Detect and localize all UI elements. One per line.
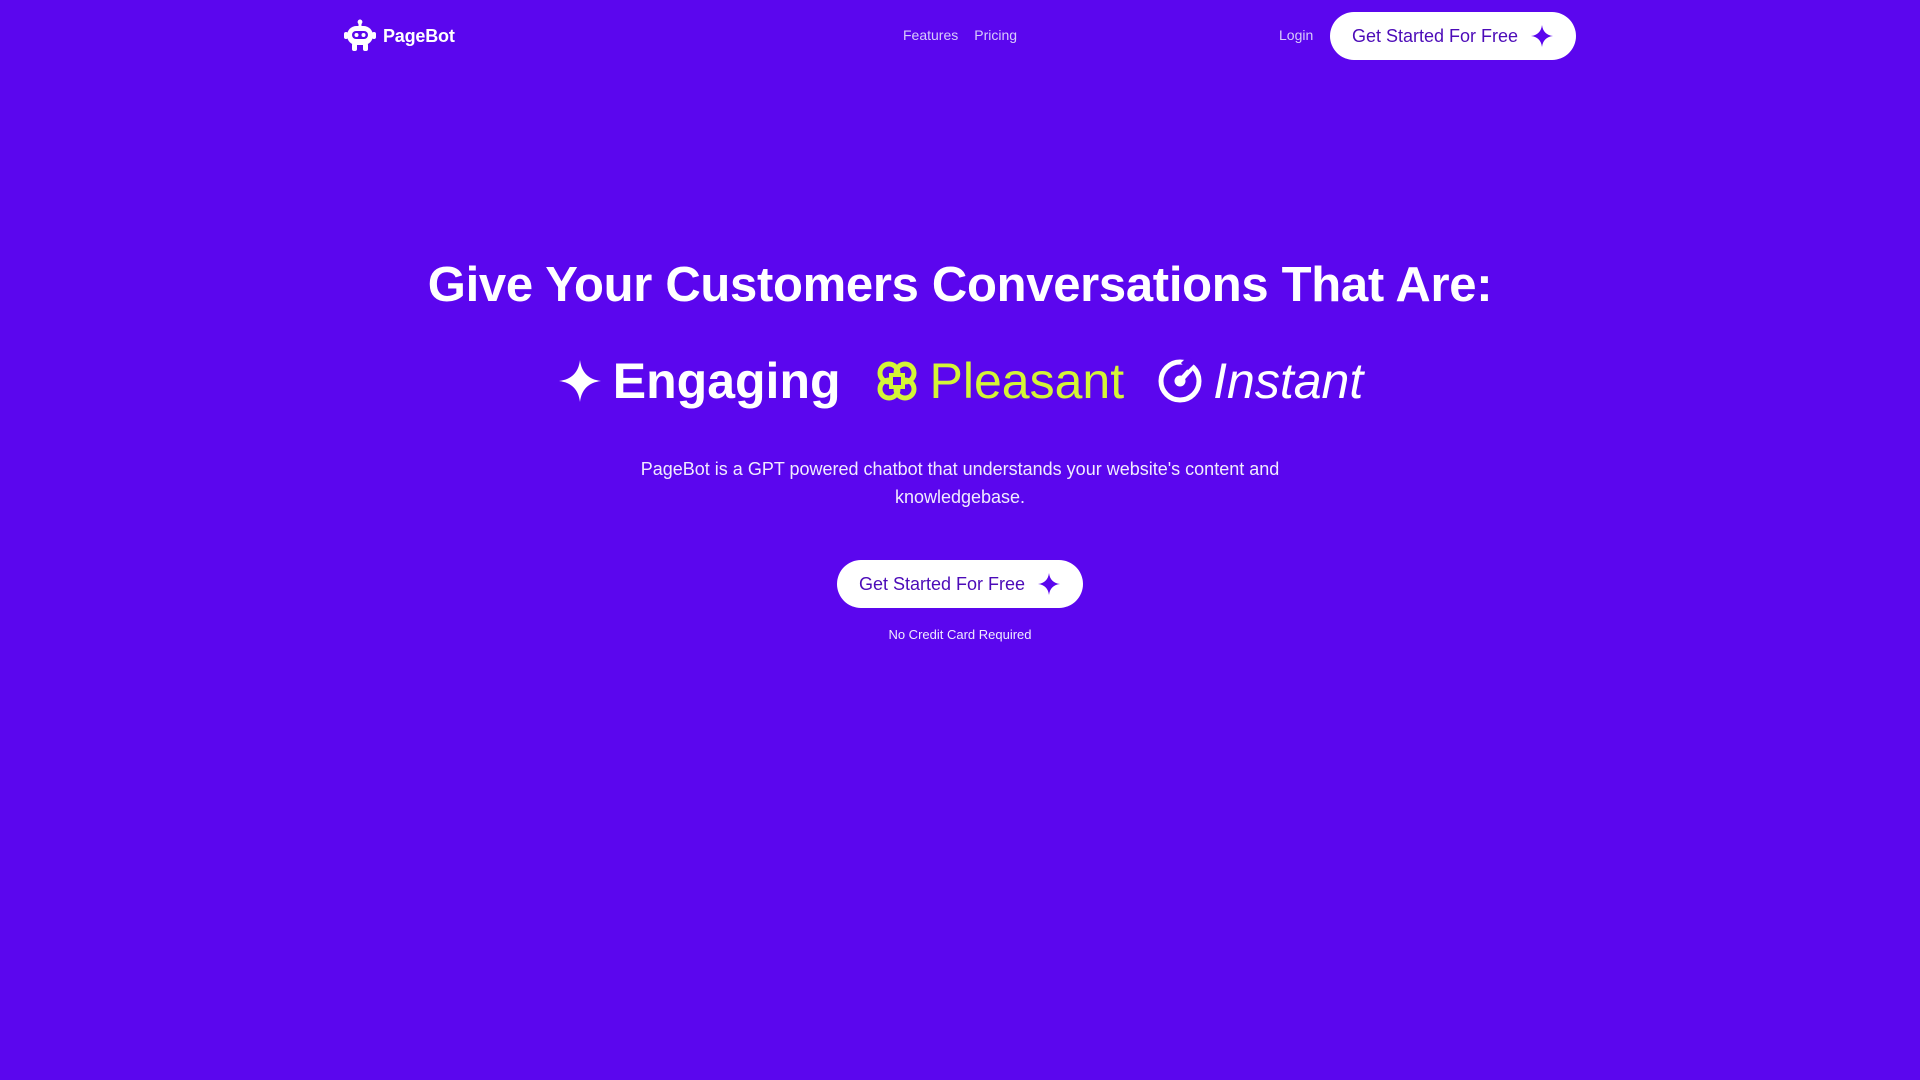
- brand-logo[interactable]: PageBot: [343, 19, 455, 53]
- feature-instant: Instant: [1157, 352, 1363, 410]
- timer-gauge-icon: [1158, 358, 1202, 403]
- feature-engaging: Engaging: [557, 352, 841, 410]
- nav-links: Features Pricing: [903, 27, 1017, 43]
- hero-get-started-label: Get Started For Free: [858, 573, 1026, 594]
- feature-engaging-label: Engaging: [612, 353, 841, 409]
- hero-get-started-button[interactable]: Get Started For Free: [837, 560, 1083, 608]
- feature-pleasant-label: Pleasant: [929, 353, 1125, 409]
- command-knot-icon: [877, 361, 917, 401]
- robot-head-icon: [343, 19, 377, 53]
- brand-name: PageBot: [383, 25, 455, 46]
- nav-link-pricing[interactable]: Pricing: [974, 27, 1017, 43]
- top-navbar: PageBot Features Pricing Login Get Start…: [0, 0, 1920, 72]
- feature-instant-label: Instant: [1213, 353, 1364, 409]
- nav-get-started-button[interactable]: Get Started For Free: [1330, 12, 1576, 60]
- login-link[interactable]: Login: [1279, 27, 1313, 43]
- nav-link-features[interactable]: Features: [903, 27, 958, 43]
- sparkle-star-icon: [558, 360, 601, 402]
- sparkle-star-icon: [1531, 25, 1554, 47]
- feature-pleasant: Pleasant: [874, 352, 1125, 410]
- hero-description: PageBot is a GPT powered chatbot that un…: [640, 459, 1280, 507]
- feature-words: Engaging Pleasant Instant: [0, 352, 1920, 410]
- hero-title: Give Your Customers Conversations That A…: [427, 258, 1493, 312]
- no-credit-card-note: No Credit Card Required: [888, 627, 1032, 642]
- nav-get-started-label: Get Started For Free: [1351, 25, 1519, 46]
- sparkle-star-icon: [1038, 573, 1061, 595]
